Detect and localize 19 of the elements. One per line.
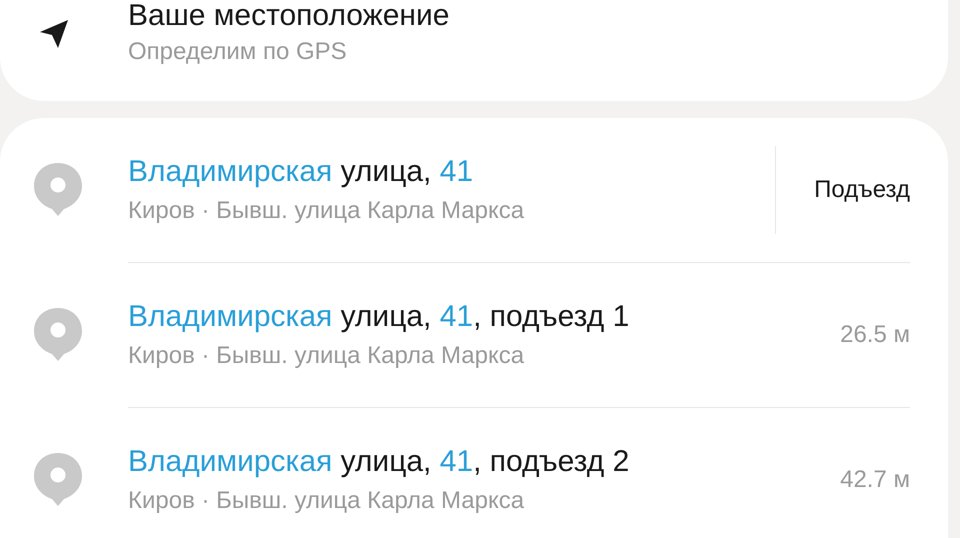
address-title: Владимирская улица, 41, подъезд 2 xyxy=(128,445,630,479)
address-title: Владимирская улица, 41 xyxy=(128,155,474,189)
address-result[interactable]: Владимирская улица, 41, подъезд 2 Киров · Бывш. улица Карла Маркса 42.7 м xyxy=(128,407,910,538)
map-pin-icon xyxy=(32,161,84,217)
location-card[interactable]: Ваше местоположение Определим по GPS xyxy=(0,0,948,101)
address-title: Владимирская улица, 41, подъезд 1 xyxy=(128,300,630,334)
entrance-button[interactable]: Подъезд xyxy=(814,176,910,204)
location-title: Ваше местоположение xyxy=(128,0,450,32)
map-pin-icon xyxy=(32,306,84,362)
address-result[interactable]: Владимирская улица, 41 Киров · Бывш. улица Карла Маркса Подъезд xyxy=(128,118,910,262)
navigation-arrow-icon xyxy=(38,18,70,50)
map-pin-icon xyxy=(32,451,84,507)
address-subtitle: Киров · Бывш. улица Карла Маркса xyxy=(128,197,526,225)
address-subtitle: Киров · Бывш. улица Карла Маркса xyxy=(128,342,526,370)
address-subtitle: Киров · Бывш. улица Карла Маркса xyxy=(128,487,526,515)
address-result[interactable]: Владимирская улица, 41, подъезд 1 Киров · Бывш. улица Карла Маркса 26.5 м xyxy=(128,262,910,407)
distance-label: 26.5 м xyxy=(840,321,910,349)
location-subtitle: Определим по GPS xyxy=(128,38,348,66)
distance-label: 42.7 м xyxy=(840,466,910,494)
